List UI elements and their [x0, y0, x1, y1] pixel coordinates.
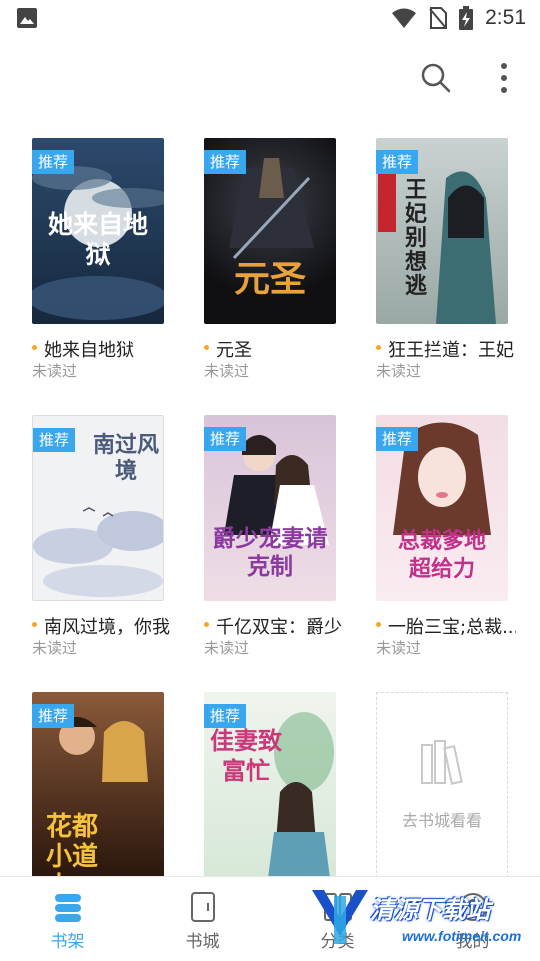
book-cover[interactable]: 推荐 南过风境 [32, 415, 164, 601]
recommend-badge: 推荐 [376, 427, 418, 451]
cover-title: 她来自地狱 [47, 210, 148, 269]
recommend-badge: 推荐 [204, 150, 246, 174]
profile-icon [459, 893, 487, 921]
book-title: 狂王拦道：王妃 [388, 340, 514, 360]
update-dot [204, 621, 209, 627]
cover-title: 元圣 [233, 258, 306, 300]
book-cover[interactable]: 推荐 佳妻致富忙 [204, 692, 336, 878]
bookshelf-icon [55, 894, 81, 922]
book-title-row: 千亿双宝：爵少 [204, 613, 344, 637]
cover-title: 南过风境 [93, 432, 160, 484]
update-dot [204, 344, 209, 350]
recommend-badge: 推荐 [204, 427, 246, 451]
bottom-navigation: 书架 书城 分类 我的 [0, 876, 540, 961]
category-icon [324, 893, 352, 921]
book-title-row: 狂王拦道：王妃 [376, 336, 516, 360]
bookstore-icon [191, 892, 215, 922]
go-to-store-label: 去书城看看 [401, 811, 482, 830]
books-icon [421, 740, 463, 785]
read-status: 未读过 [204, 362, 250, 380]
image-notification-icon [17, 8, 37, 28]
book-title-row: 一胎三宝;总裁... [376, 613, 516, 637]
book-title: 她来自地狱 [44, 340, 134, 360]
read-status: 未读过 [376, 362, 422, 380]
book-cover[interactable]: 推荐 花都小道士 [32, 692, 164, 878]
update-dot [32, 621, 37, 627]
update-dot [32, 344, 37, 350]
read-status: 未读过 [204, 639, 250, 657]
cover-title: 佳妻致富忙 [210, 726, 282, 785]
read-status: 未读过 [32, 362, 78, 380]
nav-category[interactable]: 分类 [270, 877, 405, 961]
cover-title: 总裁爹地超给力 [397, 528, 486, 582]
book-cover[interactable]: 推荐 爵少宠妻请克制 [204, 415, 336, 601]
clock: 2:51 [485, 6, 526, 29]
update-dot [376, 344, 381, 350]
wifi-icon [392, 8, 417, 28]
read-status: 未读过 [32, 639, 78, 657]
recommend-badge: 推荐 [204, 704, 246, 728]
go-to-store-card[interactable]: 去书城看看 [376, 692, 508, 878]
book-cover[interactable]: 推荐 她来自地狱 [32, 138, 164, 324]
book-cover[interactable]: 推荐 元圣 [204, 138, 336, 324]
book-title: 元圣 [216, 340, 252, 360]
cover-title: 花都小道士 [46, 812, 99, 878]
top-toolbar [0, 48, 540, 108]
nav-label: 书城 [185, 932, 220, 952]
update-dot [376, 621, 381, 627]
cover-title: 爵少宠妻请克制 [212, 525, 328, 580]
book-cover[interactable]: 推荐 总裁爹地超给力 [376, 415, 508, 601]
nav-label: 分类 [320, 932, 355, 952]
no-sim-icon [429, 7, 448, 29]
recommend-badge: 推荐 [376, 150, 418, 174]
nav-profile[interactable]: 我的 [405, 877, 540, 961]
status-bar: 2:51 [0, 0, 540, 36]
recommend-badge: 推荐 [33, 428, 75, 452]
recommend-badge: 推荐 [32, 704, 74, 728]
book-title-row: 她来自地狱 [32, 336, 172, 360]
nav-bookshelf[interactable]: 书架 [0, 877, 135, 961]
book-title-row: 元圣 [204, 336, 344, 360]
book-cover[interactable]: 推荐 王妃别想逃 [376, 138, 508, 324]
cover-title: 王妃别想逃 [404, 177, 427, 299]
nav-label: 我的 [455, 932, 490, 952]
nav-bookstore[interactable]: 书城 [135, 877, 270, 961]
book-title: 一胎三宝;总裁... [388, 617, 516, 637]
read-status: 未读过 [376, 639, 422, 657]
book-title-row: 南风过境，你我 [32, 613, 172, 637]
search-icon[interactable] [420, 62, 452, 94]
nav-label: 书架 [50, 932, 85, 952]
book-title: 南风过境，你我 [44, 617, 170, 637]
book-title: 千亿双宝：爵少 [216, 617, 342, 637]
recommend-badge: 推荐 [32, 150, 74, 174]
more-options-icon[interactable] [494, 62, 514, 94]
battery-charging-icon [459, 6, 474, 30]
